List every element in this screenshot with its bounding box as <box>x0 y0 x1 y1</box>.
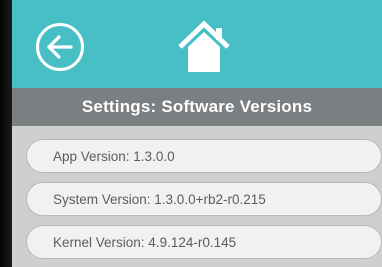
app-version-row[interactable]: App Version: 1.3.0.0 <box>26 139 382 173</box>
top-navigation-bar <box>12 0 382 88</box>
page-title: Settings: Software Versions <box>81 97 313 116</box>
arrow-left-icon <box>47 35 73 59</box>
device-bezel <box>0 0 12 267</box>
kernel-version-label: Kernel Version: 4.9.124-r0.145 <box>53 234 237 250</box>
device-screen: Settings: Software Versions App Version:… <box>12 0 382 267</box>
kernel-version-row[interactable]: Kernel Version: 4.9.124-r0.145 <box>26 225 382 259</box>
versions-list: App Version: 1.3.0.0 System Version: 1.3… <box>12 126 382 267</box>
app-version-label: App Version: 1.3.0.0 <box>53 148 175 164</box>
back-button[interactable] <box>36 23 84 71</box>
page-title-bar: Settings: Software Versions <box>12 88 382 126</box>
system-version-row[interactable]: System Version: 1.3.0.0+rb2-r0.215 <box>26 182 382 216</box>
home-button[interactable] <box>176 20 232 76</box>
home-icon <box>178 20 230 72</box>
system-version-label: System Version: 1.3.0.0+rb2-r0.215 <box>53 191 266 207</box>
